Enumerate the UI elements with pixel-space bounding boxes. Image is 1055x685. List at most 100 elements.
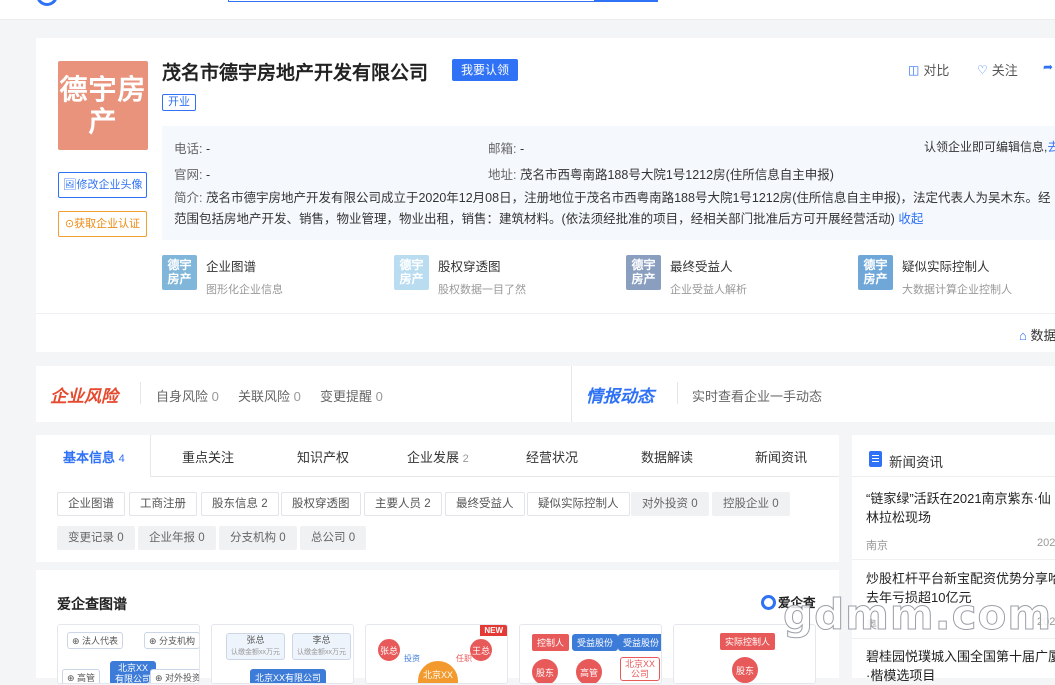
data-link[interactable]: ⌂ 数据 bbox=[1019, 325, 1055, 344]
share-icon: ➦ bbox=[1043, 60, 1054, 74]
chip-enterprise-graph[interactable]: 企业图谱 bbox=[57, 492, 125, 516]
thumb-node: ⊕ 法人代表 bbox=[67, 632, 124, 649]
tab-ip[interactable]: 知识产权 bbox=[297, 447, 349, 466]
graph-thumb-equity[interactable]: 张总 认缴金额xx万元 李总 认缴金额xx万元 北京XX有限公司 bbox=[211, 624, 354, 684]
intel-description[interactable]: 实时查看企业一手动态 bbox=[692, 386, 822, 405]
beneficiary-feature-icon: 德宇房产 bbox=[626, 255, 661, 290]
thumb-node: 受益股份 bbox=[572, 634, 619, 651]
risk-self[interactable]: 自身风险 0 bbox=[156, 386, 219, 405]
chip-actual-controller[interactable]: 疑似实际控制人 bbox=[527, 492, 630, 516]
thumb-node: ⊕ 高管 bbox=[62, 669, 101, 683]
chip-investments[interactable]: 对外投资 0 bbox=[631, 492, 709, 516]
feature-subtitle: 图形化企业信息 bbox=[206, 284, 283, 296]
tab-label: 数据解读 bbox=[641, 450, 694, 465]
desc-line-2: 范围包括房地产开发、销售，物业管理，物业出租，销售：建筑材料。(依法须经批准的项… bbox=[174, 212, 895, 226]
controller-feature-icon: 德宇房产 bbox=[858, 255, 893, 290]
website-key: 官网: bbox=[174, 168, 203, 182]
risk-label: 关联风险 bbox=[238, 389, 291, 404]
feature-title: 股权穿透图 bbox=[438, 260, 501, 274]
tab-label: 经营状况 bbox=[526, 450, 579, 465]
feature-subtitle: 股权数据一目了然 bbox=[438, 284, 526, 296]
feature-title: 疑似实际控制人 bbox=[902, 260, 990, 274]
email-key: 邮箱: bbox=[488, 142, 517, 156]
news-title: 新闻资讯 bbox=[889, 455, 943, 470]
tab-data-insight[interactable]: 数据解读 bbox=[641, 447, 693, 466]
search-button[interactable] bbox=[594, 0, 658, 2]
company-avatar: 德宇房产 bbox=[58, 61, 148, 150]
tab-label: 企业发展 bbox=[407, 450, 460, 465]
get-certification-button[interactable]: ⊙获取企业认证 bbox=[58, 211, 147, 237]
tab-key-focus[interactable]: 重点关注 bbox=[182, 447, 234, 466]
chip-equity-chart[interactable]: 股权穿透图 bbox=[281, 492, 361, 516]
risk-change-alert[interactable]: 变更提醒 0 bbox=[320, 386, 383, 405]
chip-key-personnel[interactable]: 主要人员 2 bbox=[364, 492, 442, 516]
share-button[interactable]: ➦ bbox=[1043, 60, 1053, 74]
tab-news[interactable]: 新闻资讯 bbox=[755, 447, 807, 466]
tab-label: 重点关注 bbox=[182, 450, 235, 465]
risk-divider bbox=[140, 382, 141, 404]
news-item-date: 202 bbox=[1037, 537, 1055, 549]
tab-basic-info[interactable]: 基本信息 4 bbox=[63, 447, 125, 466]
follow-button[interactable]: ♡ 关注 bbox=[977, 60, 1018, 79]
website-row: 官网: - bbox=[174, 164, 210, 183]
desc-key: 简介: bbox=[174, 191, 203, 205]
news-item-title[interactable]: “链家绿”活跃在2021南京紫东·仙林拉松现场 bbox=[866, 489, 1055, 527]
tab-label: 基本信息 bbox=[63, 450, 116, 465]
thumb-edge-label: 任职 bbox=[456, 654, 472, 663]
feature-title: 企业图谱 bbox=[206, 260, 257, 274]
tab-operations[interactable]: 经营状况 bbox=[526, 447, 578, 466]
risk-count: 0 bbox=[375, 389, 383, 404]
collapse-link[interactable]: 收起 bbox=[898, 212, 923, 226]
intel-title[interactable]: 情报动态 bbox=[586, 382, 654, 407]
get-cert-label: 获取企业认证 bbox=[74, 218, 141, 230]
risk-count: 0 bbox=[293, 389, 301, 404]
news-item-title[interactable]: 碧桂园悦璞城入围全国第十届广厦·楷模选项目 bbox=[866, 647, 1055, 685]
website-value: - bbox=[205, 168, 211, 182]
chip-business-registration[interactable]: 工商注册 bbox=[129, 492, 197, 516]
graph-thumb-beneficiary[interactable]: 控制人 受益股份 受益股份 股东 高管 北京XX 公司 bbox=[519, 624, 662, 684]
thumb-node: 张总 认缴金额xx万元 bbox=[226, 633, 285, 660]
claim-tip-text: 认领企业即可编辑信息, bbox=[924, 140, 1048, 154]
risk-title: 企业风险 bbox=[50, 387, 118, 406]
chip-branches[interactable]: 分支机构 0 bbox=[219, 526, 297, 550]
tab-label: 新闻资讯 bbox=[755, 450, 808, 465]
claim-tip-link[interactable]: 去 bbox=[1047, 140, 1055, 154]
data-link-label: 数据 bbox=[1030, 328, 1055, 343]
tab-count: 4 bbox=[118, 453, 125, 465]
top-navbar bbox=[0, 0, 1055, 20]
risk-related[interactable]: 关联风险 0 bbox=[238, 386, 301, 405]
phone-row: 电话: - bbox=[174, 138, 210, 157]
tab-development[interactable]: 企业发展 2 bbox=[407, 447, 469, 466]
risk-count: 0 bbox=[211, 389, 219, 404]
thumb-node: 北京XX有限公司 bbox=[250, 669, 327, 683]
graph-thumb-enterprise[interactable]: ⊕ 法人代表 ⊕ 分支机构 北京XX 有限公司 ⊕ 高管 ⊕ 对外投资 bbox=[57, 624, 200, 684]
phone-key: 电话: bbox=[174, 142, 203, 156]
email-value: - bbox=[519, 142, 525, 156]
equity-feature-icon: 德宇房产 bbox=[394, 255, 429, 290]
chip-ultimate-beneficiary[interactable]: 最终受益人 bbox=[445, 492, 525, 516]
feature-equity-chart[interactable]: 德宇房产 股权穿透图股权数据一目了然 bbox=[394, 255, 526, 297]
thumb-edge-label: 投资 bbox=[404, 654, 420, 663]
site-watermark: gdmm.com bbox=[782, 590, 1053, 640]
claim-button[interactable]: 我要认领 bbox=[452, 59, 518, 81]
desc-line-1: 茂名市德宇房地产开发有限公司成立于2020年12月08日，注册地位于茂名市西粤南… bbox=[205, 191, 1051, 205]
chip-holdings[interactable]: 控股企业 0 bbox=[712, 492, 790, 516]
thumb-node: 控制人 bbox=[532, 634, 570, 651]
compare-button[interactable]: ◫ 对比 bbox=[908, 60, 949, 79]
chip-head-office[interactable]: 总公司 0 bbox=[300, 526, 367, 550]
thumb-node: 李总 认缴金额xx万元 bbox=[292, 633, 351, 660]
feature-enterprise-graph[interactable]: 德宇房产 企业图谱 图形化企业信息 bbox=[162, 255, 283, 297]
chip-shareholders[interactable]: 股东信息 2 bbox=[201, 492, 279, 516]
feature-ultimate-beneficiary[interactable]: 德宇房产 最终受益人 企业受益人解析 bbox=[626, 255, 747, 297]
edit-avatar-button[interactable]: 🖼修改企业头像 bbox=[58, 172, 147, 198]
graph-section-title: 爱企查图谱 bbox=[57, 596, 127, 612]
chip-change-records[interactable]: 变更记录 0 bbox=[57, 526, 135, 550]
intel-divider bbox=[677, 382, 678, 404]
chip-annual-reports[interactable]: 企业年报 0 bbox=[138, 526, 216, 550]
thumb-node: 北京XX bbox=[418, 661, 458, 683]
graph-thumb-relations[interactable]: 张总 王总 投资 任职 北京XX NEW bbox=[365, 624, 508, 684]
cert-icon: ⊙ bbox=[64, 218, 75, 230]
risk-label: 变更提醒 bbox=[320, 389, 373, 404]
feature-actual-controller[interactable]: 德宇房产 疑似实际控制人 大数据计算企业控制人 bbox=[858, 255, 1012, 297]
thumb-node: 实际控制人 bbox=[720, 633, 776, 650]
